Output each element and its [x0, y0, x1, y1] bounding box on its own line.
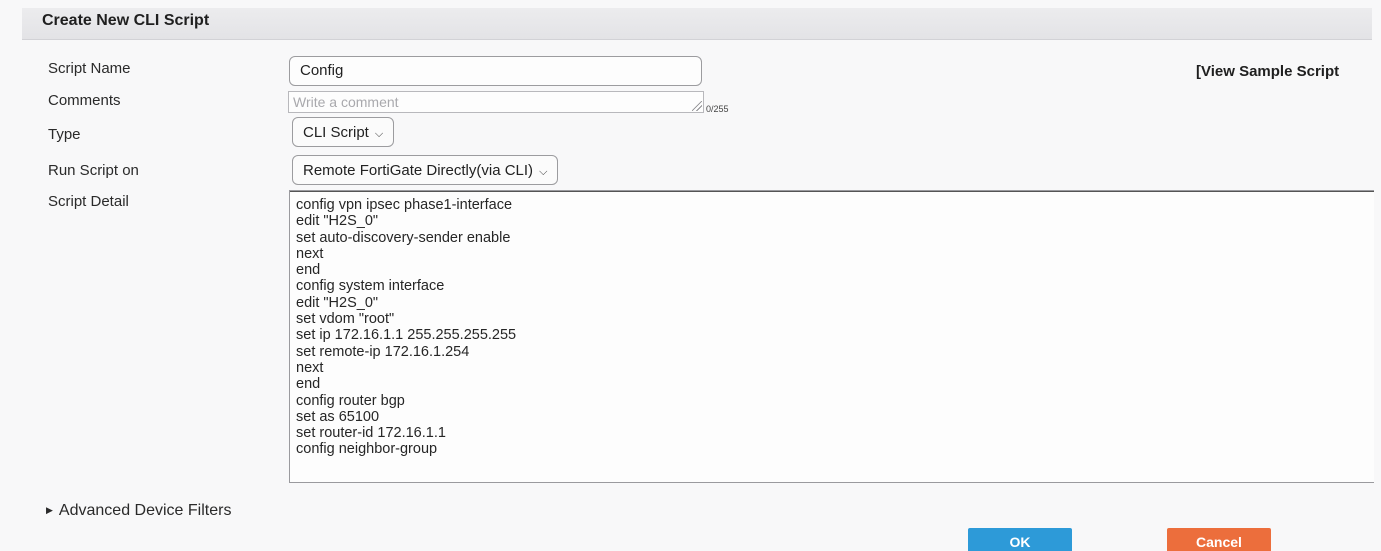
view-sample-script-link[interactable]: [View Sample Script [1196, 63, 1339, 80]
script-line: next [296, 245, 324, 262]
script-line: edit "H2S_0" [296, 213, 379, 230]
comments-placeholder: Write a comment [293, 94, 399, 110]
script-line: config neighbor-group [296, 441, 438, 458]
script-line: set router-id 172.16.1.1 [296, 425, 446, 442]
script-detail-editor[interactable]: config vpn ipsec phase1-interface edit "H… [289, 190, 1374, 483]
run-script-on-value: Remote FortiGate Directly(via CLI) [303, 162, 534, 179]
resize-grip-icon[interactable] [692, 101, 702, 111]
type-select-value: CLI Script [303, 124, 369, 141]
chevron-down-icon: ⌵ [539, 166, 548, 178]
script-line: set auto-discovery-sender enable [296, 229, 511, 246]
create-cli-script-page: Create New CLI Script Script Name Config… [0, 0, 1381, 551]
editor-top-border [290, 191, 1374, 192]
script-name-input[interactable]: Config [289, 56, 702, 86]
script-line: config router bgp [296, 392, 405, 409]
script-line: config vpn ipsec phase1-interface [296, 197, 513, 213]
comments-label: Comments [48, 92, 121, 109]
script-line: next [296, 359, 324, 376]
advanced-device-filters-label: Advanced Device Filters [58, 502, 232, 519]
script-name-label: Script Name [48, 60, 131, 77]
run-script-on-select[interactable]: Remote FortiGate Directly(via CLI) ⌵ [292, 155, 559, 185]
script-detail-label: Script Detail [48, 193, 129, 210]
ok-button[interactable]: OK [968, 528, 1072, 551]
header-bar [22, 8, 1372, 40]
script-line: set vdom "root" [296, 311, 395, 328]
type-label: Type [48, 126, 81, 143]
page-title: Create New CLI Script [42, 12, 210, 29]
script-line: edit "H2S_0" [296, 294, 379, 311]
script-line: set ip 172.16.1.1 255.255.255.255 [296, 327, 517, 344]
script-line: end [296, 262, 321, 279]
script-line: set remote-ip 172.16.1.254 [296, 343, 470, 360]
script-lines: config vpn ipsec phase1-interface edit "H… [296, 197, 1368, 458]
comments-textarea[interactable]: Write a comment [288, 91, 704, 113]
type-select[interactable]: CLI Script ⌵ [292, 117, 395, 147]
run-script-on-label: Run Script on [48, 162, 139, 179]
script-line: config system interface [296, 278, 445, 295]
chevron-down-icon: ⌵ [374, 128, 384, 140]
comment-char-counter: 0/255 [706, 104, 729, 114]
script-line: end [296, 376, 321, 393]
triangle-right-icon: ▶ [46, 505, 53, 515]
advanced-device-filters-toggle[interactable]: ▶ Advanced Device Filters [46, 502, 231, 520]
script-line: set as 65100 [296, 408, 380, 425]
cancel-button[interactable]: Cancel [1167, 528, 1271, 551]
